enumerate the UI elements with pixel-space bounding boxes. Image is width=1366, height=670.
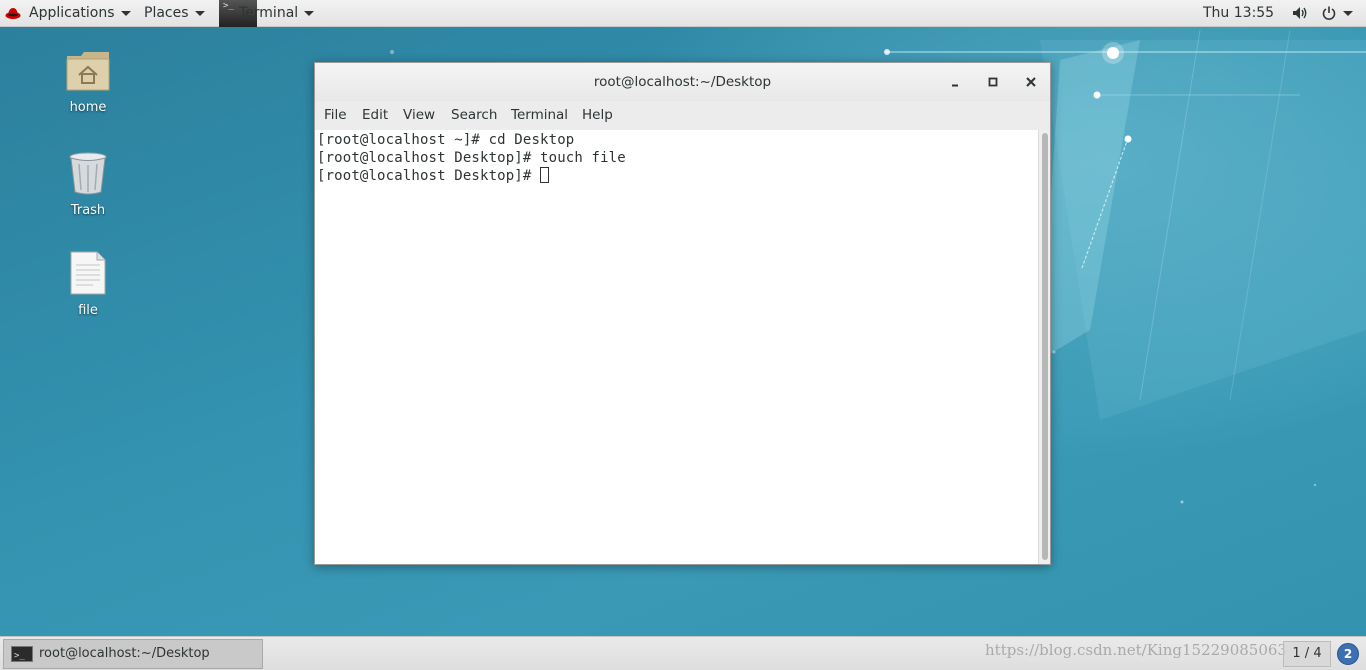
menu-view[interactable]: View [403,101,435,130]
trash-icon [69,152,107,195]
terminal-prompt-line: [root@localhost Desktop]# [317,167,550,185]
terminal-window: root@localhost:~/Desktop File Edit View … [314,62,1051,565]
terminal-scrollbar[interactable] [1038,130,1050,564]
chevron-down-icon [120,10,131,16]
system-menu-chevron-icon[interactable] [1343,11,1353,16]
close-button[interactable] [1021,72,1041,92]
desktop-icon-file[interactable]: file [48,251,128,318]
terminal-app-menu[interactable]: Terminal [239,0,315,27]
taskbar-item-label: root@localhost:~/Desktop [39,646,210,661]
top-panel: Applications Places >_ Terminal Thu 13:5… [0,0,1366,27]
volume-icon[interactable] [1291,5,1309,21]
desktop-icon-home[interactable]: home [48,50,128,115]
desktop-icon-label: file [78,303,98,318]
menu-file[interactable]: File [324,101,347,130]
applications-menu[interactable]: Applications [29,0,131,27]
terminal-prompt: [root@localhost Desktop]# [317,168,541,184]
notification-badge[interactable]: 2 [1337,643,1359,665]
terminal-app-menu-label: Terminal [239,5,299,21]
taskbar-item-terminal[interactable]: >_ root@localhost:~/Desktop [3,639,263,669]
chevron-down-icon [194,10,205,16]
terminal-line: [root@localhost ~]# cd Desktop [317,132,575,148]
close-icon [1026,77,1036,87]
menu-terminal[interactable]: Terminal [511,101,568,130]
terminal-output[interactable]: [root@localhost ~]# cd Desktop [root@loc… [315,130,1038,564]
terminal-icon: >_ [11,646,33,662]
redhat-logo-icon [5,8,21,19]
places-menu[interactable]: Places [144,0,205,27]
terminal-line: [root@localhost Desktop]# touch file [317,150,626,166]
power-icon[interactable] [1321,5,1337,21]
window-menubar: File Edit View Search Terminal Help [315,101,1050,131]
desktop-icon-label: Trash [70,203,106,218]
chevron-down-icon [304,10,315,16]
desktop-icon-label: home [69,100,107,115]
menu-help[interactable]: Help [582,101,613,130]
window-title: root@localhost:~/Desktop [593,74,772,90]
window-titlebar[interactable]: root@localhost:~/Desktop [315,63,1050,101]
menu-edit[interactable]: Edit [362,101,388,130]
scrollbar-thumb[interactable] [1042,133,1048,560]
maximize-icon [988,77,998,87]
workspace-switcher[interactable]: 1 / 4 [1283,641,1331,667]
clock[interactable]: Thu 13:55 [1203,0,1274,27]
home-folder-icon [66,52,110,91]
places-menu-label: Places [144,5,189,21]
minimize-button[interactable] [945,72,965,92]
text-cursor [540,167,550,183]
applications-menu-label: Applications [29,5,115,21]
text-file-icon [70,251,106,295]
watermark-text: https://blog.csdn.net/King15229085063 [985,641,1287,659]
minimize-icon [952,84,958,87]
desktop-icon-trash[interactable]: Trash [48,151,128,218]
maximize-button[interactable] [983,72,1003,92]
menu-search[interactable]: Search [451,101,497,130]
bottom-panel: >_ root@localhost:~/Desktop https://blog… [0,636,1366,670]
